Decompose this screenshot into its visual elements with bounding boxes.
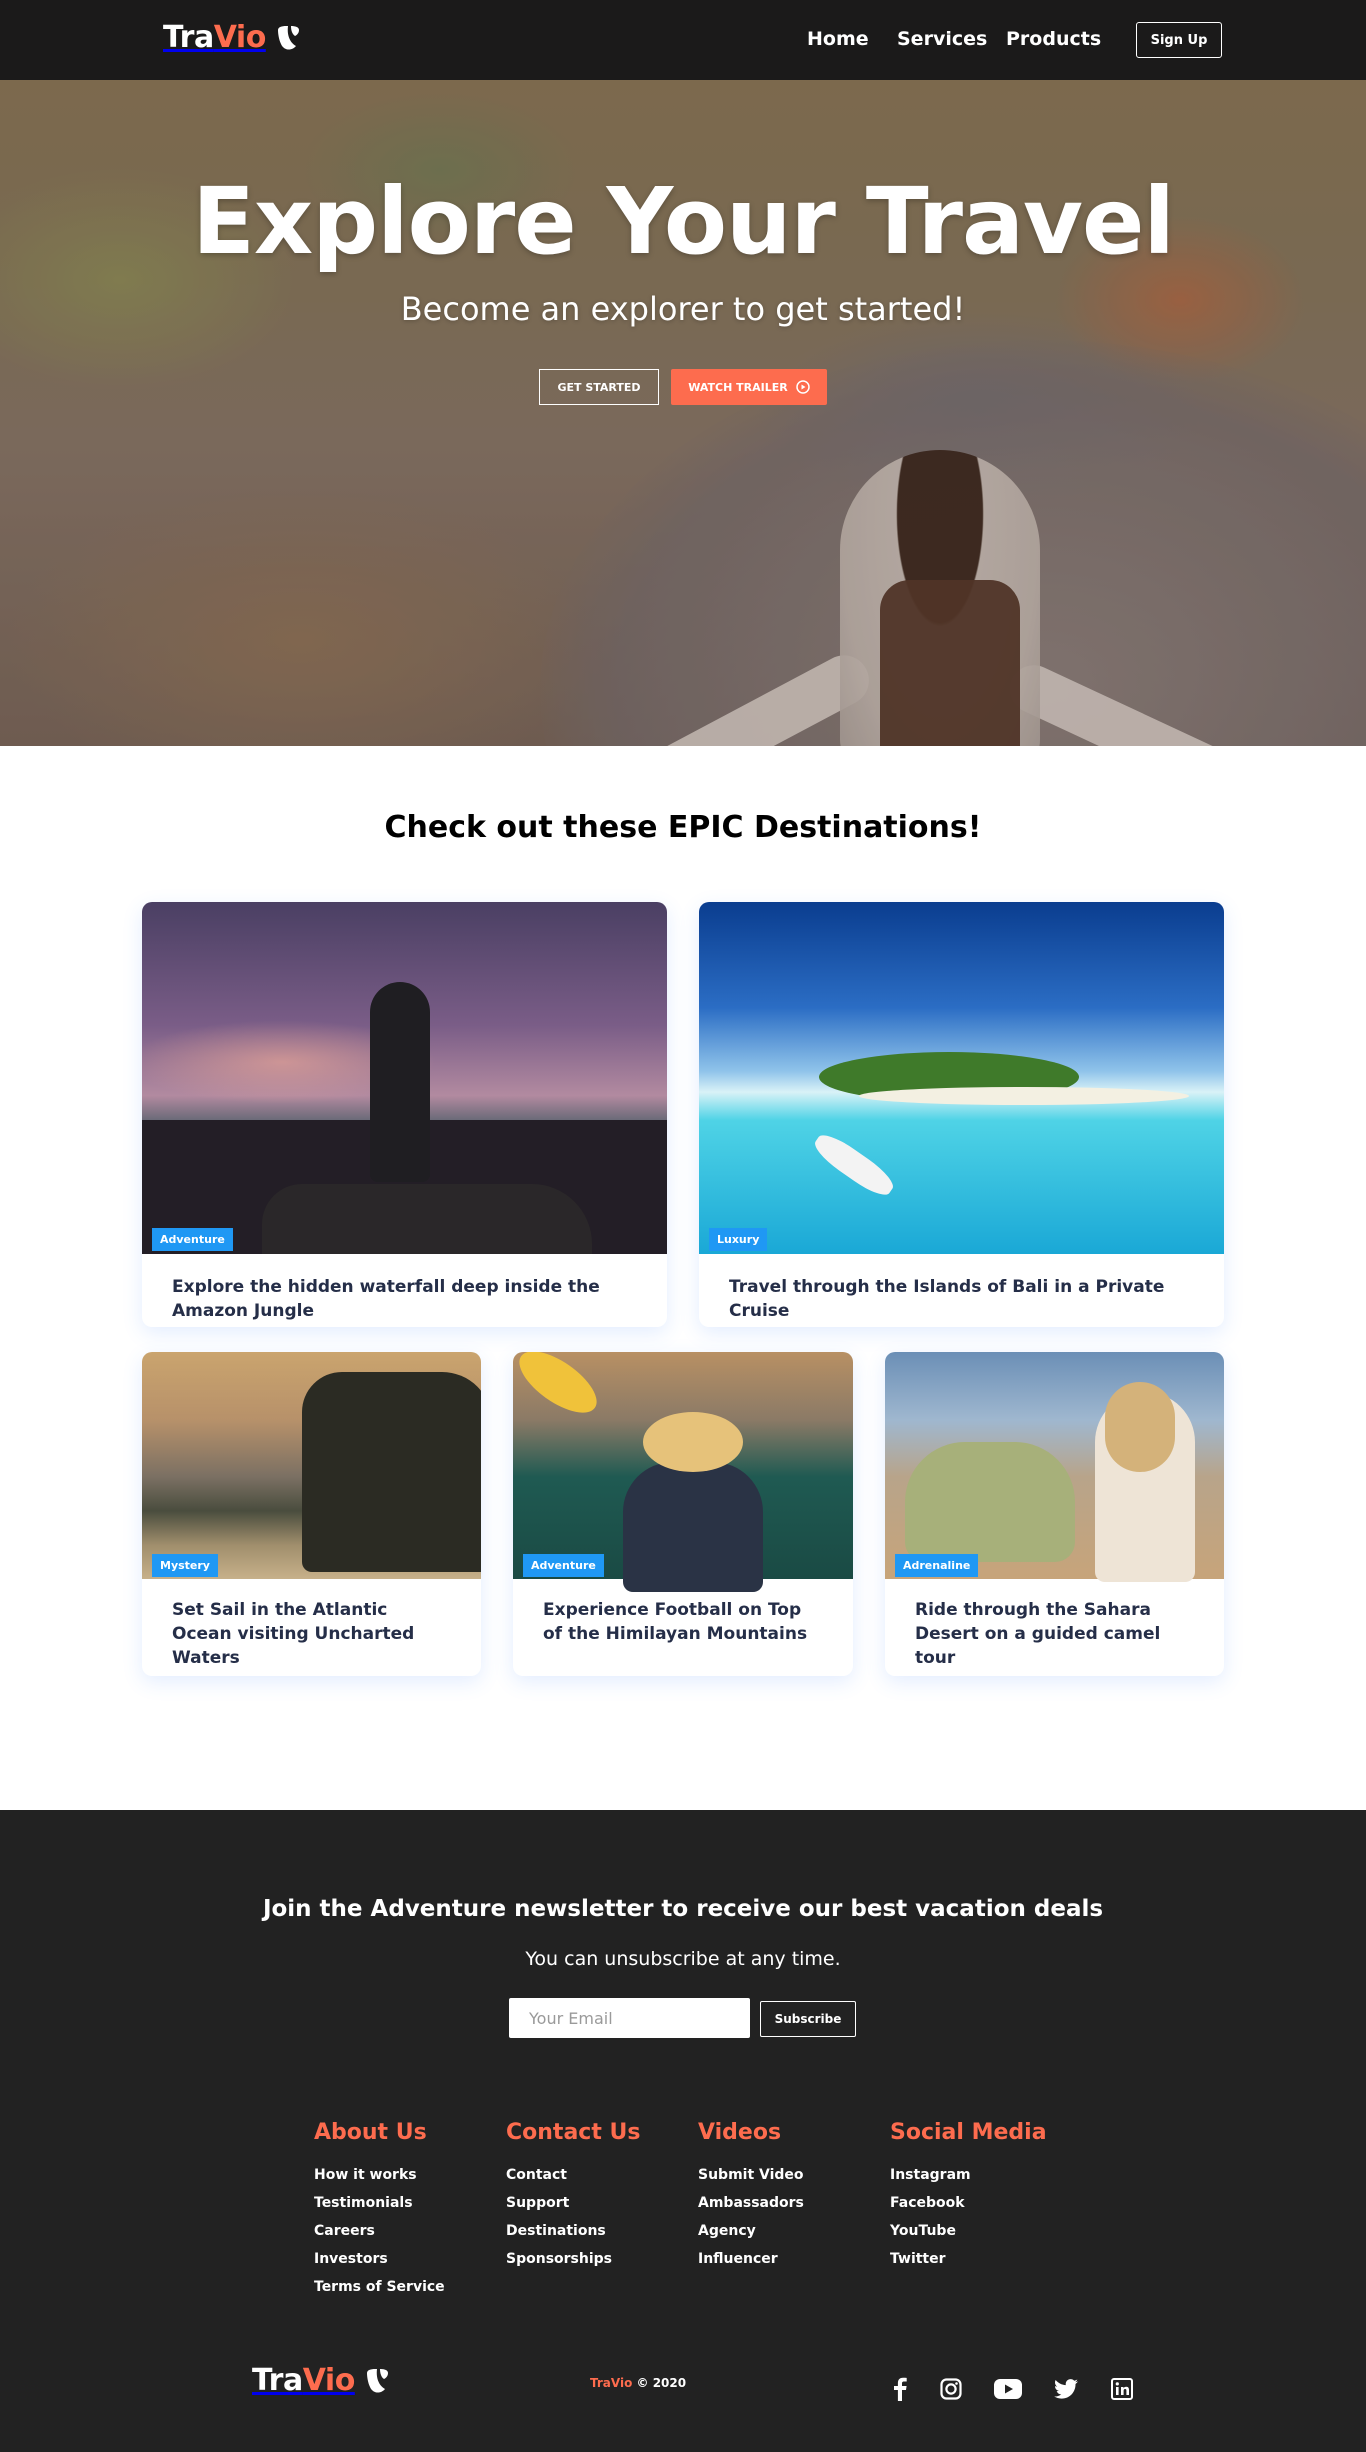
get-started-button[interactable]: GET STARTED: [539, 369, 659, 405]
card-badge: Adrenaline: [895, 1554, 979, 1577]
footer-link[interactable]: Testimonials: [314, 2189, 445, 2217]
email-input[interactable]: [509, 1998, 750, 2038]
brand-logo[interactable]: Tra Vio: [163, 20, 302, 55]
linkedin-icon[interactable]: [1109, 2376, 1135, 2402]
card-text: Set Sail in the Atlantic Ocean visiting …: [172, 1600, 415, 1668]
footer-link[interactable]: Instagram: [890, 2161, 1047, 2189]
logo-text-vio: Vio: [302, 2363, 356, 2398]
card-text: Experience Football on Top of the Himila…: [543, 1600, 808, 1644]
nav-services[interactable]: Services: [897, 28, 987, 50]
newsletter-subtitle: You can unsubscribe at any time.: [525, 1948, 841, 1970]
youtube-icon[interactable]: [993, 2376, 1023, 2402]
card-image-car: [905, 1442, 1075, 1562]
footer-heading: Contact Us: [506, 2120, 641, 2145]
footer-link[interactable]: Support: [506, 2189, 640, 2217]
footer-link[interactable]: Terms of Service: [314, 2273, 445, 2301]
footer-brand-logo[interactable]: Tra Vio: [252, 2363, 391, 2398]
watch-trailer-button[interactable]: WATCH TRAILER: [671, 369, 827, 405]
footer-column-about: About Us How it works Testimonials Caree…: [314, 2120, 445, 2301]
destination-card[interactable]: Adventure Explore the hidden waterfall d…: [142, 902, 667, 1327]
card-image-kayaker: [623, 1462, 763, 1592]
nav-home[interactable]: Home: [807, 28, 869, 50]
copyright-year: © 2020: [636, 2376, 687, 2390]
card-image-cliffs: [142, 1352, 481, 1579]
card-badge: Adventure: [523, 1554, 604, 1577]
footer-link[interactable]: Contact: [506, 2161, 640, 2189]
card-text: Ride through the Sahara Desert on a guid…: [915, 1600, 1161, 1668]
card-image-boat: [809, 1128, 899, 1202]
destination-card[interactable]: Luxury Travel through the Islands of Bal…: [699, 902, 1224, 1327]
instagram-icon[interactable]: [938, 2376, 964, 2402]
card-image-rocks: [262, 1184, 592, 1254]
card-image-hiker: [370, 982, 430, 1182]
card-image-paddle: [513, 1352, 607, 1425]
footer-link[interactable]: Twitter: [890, 2245, 1047, 2273]
copyright: TraVio © 2020: [590, 2376, 686, 2390]
twitter-icon[interactable]: [1053, 2376, 1079, 2402]
footer-link[interactable]: Destinations: [506, 2217, 640, 2245]
hero-subtitle: Become an explorer to get started!: [400, 290, 966, 328]
logo-text-vio: Vio: [213, 20, 267, 55]
card-image-island: [699, 902, 1224, 1254]
footer-link[interactable]: Submit Video: [698, 2161, 804, 2189]
footer-link[interactable]: YouTube: [890, 2217, 1047, 2245]
card-image-hair: [1105, 1382, 1175, 1472]
card-image-hat: [643, 1412, 743, 1472]
watch-trailer-label: WATCH TRAILER: [688, 380, 788, 394]
newsletter-title: Join the Adventure newsletter to receive…: [262, 1896, 1104, 1922]
card-image-beetle: [885, 1352, 1224, 1582]
subscribe-button[interactable]: Subscribe: [760, 2001, 856, 2037]
footer-link[interactable]: Investors: [314, 2245, 445, 2273]
footer-link[interactable]: Agency: [698, 2217, 804, 2245]
footer-heading: About Us: [314, 2120, 427, 2145]
card-image-storm: [142, 902, 667, 1254]
card-image-beach: [859, 1087, 1189, 1105]
footer-heading: Social Media: [890, 2120, 1047, 2145]
footer-link[interactable]: Ambassadors: [698, 2189, 804, 2217]
footer-link[interactable]: Careers: [314, 2217, 445, 2245]
copyright-brand: TraVio: [590, 2376, 633, 2390]
footer-column-videos: Videos Submit Video Ambassadors Agency I…: [698, 2120, 804, 2273]
card-badge: Luxury: [709, 1228, 768, 1251]
logo-text-tra: Tra: [163, 20, 214, 55]
navbar: Tra Vio Home Services Products Sign Up: [0, 0, 1366, 80]
card-badge: Adventure: [152, 1228, 233, 1251]
footer-column-contact: Contact Us Contact Support Destinations …: [506, 2120, 640, 2273]
card-image-kayak: [513, 1352, 853, 1592]
play-circle-icon: [795, 380, 810, 394]
facebook-icon[interactable]: [887, 2376, 913, 2402]
card-image-rock: [302, 1372, 481, 1572]
card-text: Explore the hidden waterfall deep inside…: [172, 1277, 600, 1321]
footer-link[interactable]: Facebook: [890, 2189, 1047, 2217]
typo3-logo-icon: [277, 25, 299, 50]
destination-card[interactable]: Mystery Set Sail in the Atlantic Ocean v…: [142, 1352, 481, 1676]
nav-products[interactable]: Products: [1006, 28, 1101, 50]
footer-heading: Videos: [698, 2120, 782, 2145]
footer-link[interactable]: Influencer: [698, 2245, 804, 2273]
logo-text-tra: Tra: [252, 2363, 303, 2398]
typo3-logo-icon: [366, 2368, 388, 2393]
destination-card[interactable]: Adventure Experience Football on Top of …: [513, 1352, 853, 1676]
footer-link[interactable]: Sponsorships: [506, 2245, 640, 2273]
sign-up-button[interactable]: Sign Up: [1136, 22, 1222, 58]
hero-title: Explore Your Travel: [192, 168, 1175, 275]
card-badge: Mystery: [152, 1554, 218, 1577]
card-text: Travel through the Islands of Bali in a …: [729, 1277, 1165, 1321]
footer-link[interactable]: How it works: [314, 2161, 445, 2189]
footer-column-social: Social Media Instagram Facebook YouTube …: [890, 2120, 1047, 2273]
destination-card[interactable]: Adrenaline Ride through the Sahara Deser…: [885, 1352, 1224, 1676]
destinations-title: Check out these EPIC Destinations!: [384, 810, 982, 845]
